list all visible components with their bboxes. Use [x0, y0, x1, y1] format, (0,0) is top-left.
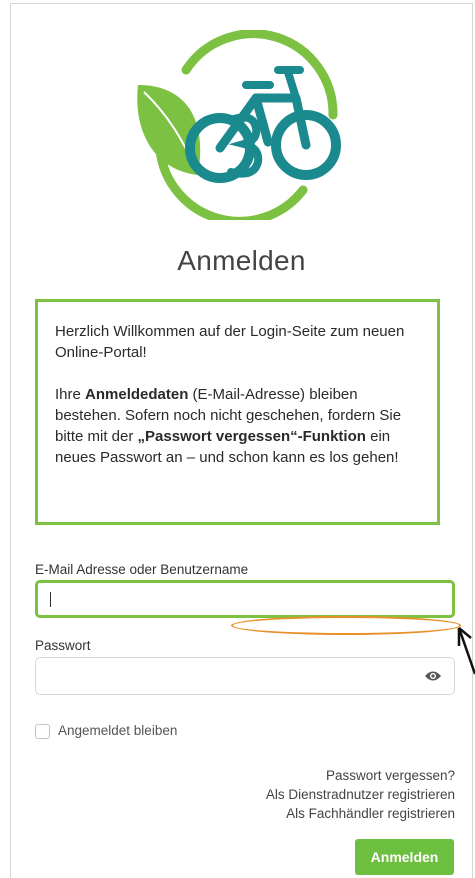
email-label: E-Mail Adresse oder Benutzername — [35, 562, 249, 577]
welcome-info-box: Herzlich Willkommen auf der Login-Seite … — [35, 299, 440, 525]
remember-me-label[interactable]: Angemeldet bleiben — [58, 723, 177, 738]
auth-links: Passwort vergessen? Als Dienstradnutzer … — [266, 766, 455, 823]
register-dealer-link[interactable]: Als Fachhändler registrieren — [266, 804, 455, 823]
password-label: Passwort — [35, 638, 91, 653]
annotation-arrow-icon — [457, 627, 475, 675]
text-caret — [50, 592, 51, 607]
ebike-leaf-logo — [137, 30, 341, 220]
info-text: Ihre Anmeldedaten (E-Mail-Adresse) bleib… — [55, 386, 402, 466]
forgot-password-link[interactable]: Passwort vergessen? — [266, 766, 455, 785]
annotation-ellipse — [231, 616, 461, 635]
remember-me-checkbox[interactable] — [35, 724, 50, 739]
eye-icon[interactable] — [424, 669, 442, 683]
welcome-text: Herzlich Willkommen auf der Login-Seite … — [55, 323, 405, 361]
register-bike-user-link[interactable]: Als Dienstradnutzer registrieren — [266, 785, 455, 804]
password-field[interactable] — [35, 657, 455, 695]
email-field[interactable] — [35, 580, 455, 618]
page-title: Anmelden — [177, 245, 306, 276]
login-button[interactable]: Anmelden — [355, 839, 454, 875]
